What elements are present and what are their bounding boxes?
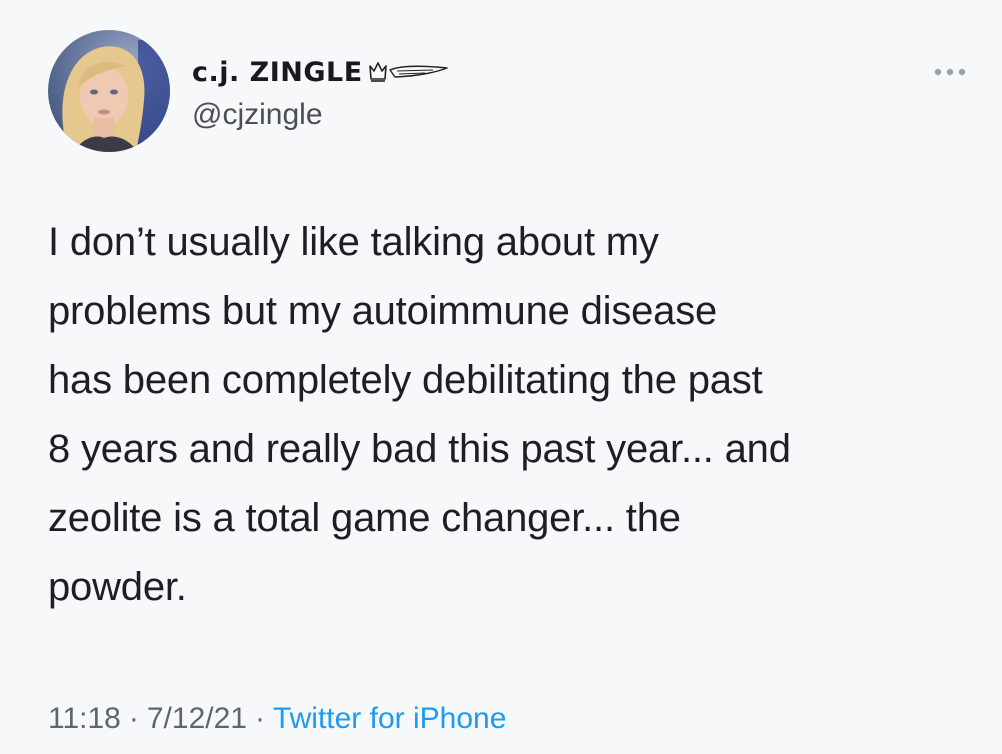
tweet-text: I don’t usually like talking about my pr… [48, 220, 791, 609]
source-link[interactable]: Twitter for iPhone [273, 702, 506, 736]
user-handle[interactable]: @cjzingle [192, 98, 323, 132]
separator: · [254, 702, 265, 735]
avatar[interactable] [48, 30, 170, 152]
tweet-date[interactable]: 7/12/21 [147, 702, 247, 736]
more-dots-icon [934, 68, 966, 76]
more-options-button[interactable] [928, 60, 972, 84]
tweet-meta: 11:18 · 7/12/21 · Twitter for iPhone [48, 702, 506, 736]
crown-emoji-icon [368, 62, 387, 82]
name-emojis [368, 57, 449, 87]
display-name[interactable]: c.j. ZINGLE [192, 57, 363, 88]
display-name-row[interactable]: c.j. ZINGLE [192, 52, 449, 92]
wing-emoji-icon [389, 65, 448, 78]
profile-photo-icon [48, 30, 170, 152]
tweet-card: c.j. ZINGLE @cjzingle I don’t usually li… [0, 0, 1002, 754]
tweet-time[interactable]: 11:18 [48, 702, 121, 736]
separator: · [128, 702, 139, 735]
